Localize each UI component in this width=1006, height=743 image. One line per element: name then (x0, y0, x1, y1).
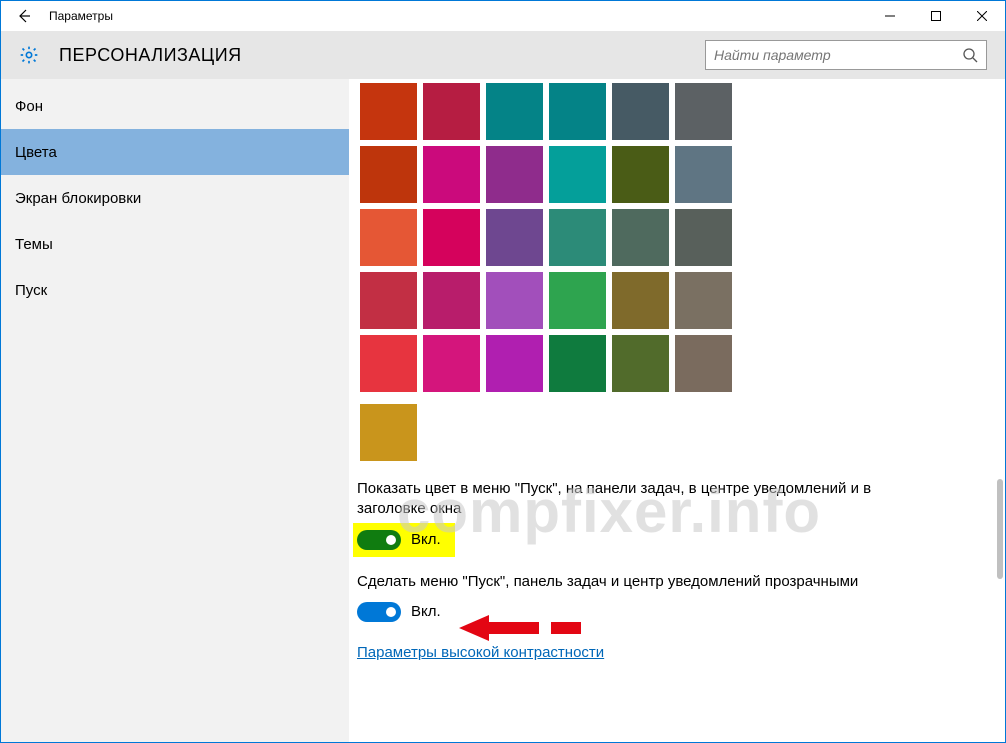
titlebar: Параметры (1, 1, 1005, 31)
maximize-button[interactable] (913, 1, 959, 31)
color-swatch[interactable] (675, 335, 732, 392)
color-swatch[interactable] (360, 404, 417, 461)
sidebar-item-colors[interactable]: Цвета (1, 129, 349, 175)
color-swatch[interactable] (486, 83, 543, 140)
search-box[interactable] (705, 40, 987, 70)
color-swatch[interactable] (360, 209, 417, 266)
color-swatch[interactable] (549, 272, 606, 329)
color-swatch[interactable] (612, 209, 669, 266)
color-row (357, 272, 1005, 335)
sidebar-item-background[interactable]: Фон (1, 83, 349, 129)
close-button[interactable] (959, 1, 1005, 31)
color-swatch[interactable] (675, 83, 732, 140)
color-grid (357, 83, 1005, 461)
color-swatch[interactable] (423, 146, 480, 203)
color-swatch[interactable] (486, 209, 543, 266)
sidebar-item-label: Пуск (15, 282, 47, 299)
sidebar-item-label: Экран блокировки (15, 190, 141, 207)
color-row (357, 335, 1005, 398)
toggle-show-color[interactable] (357, 530, 401, 550)
color-swatch[interactable] (486, 146, 543, 203)
color-swatch[interactable] (549, 146, 606, 203)
color-swatch[interactable] (549, 335, 606, 392)
body: Фон Цвета Экран блокировки Темы Пуск Пок… (1, 79, 1005, 742)
sidebar-item-label: Фон (15, 98, 43, 115)
toggle1-state: Вкл. (411, 531, 441, 548)
sidebar-item-themes[interactable]: Темы (1, 221, 349, 267)
color-swatch[interactable] (675, 146, 732, 203)
search-input[interactable] (714, 47, 962, 63)
minimize-button[interactable] (867, 1, 913, 31)
gear-icon (19, 45, 39, 65)
back-button[interactable] (1, 1, 47, 31)
color-swatch[interactable] (675, 272, 732, 329)
sidebar-item-lockscreen[interactable]: Экран блокировки (1, 175, 349, 221)
color-swatch[interactable] (423, 335, 480, 392)
toggle1-label-text: Показать цвет в меню "Пуск", на панели з… (357, 479, 877, 520)
toggle-transparency[interactable] (357, 602, 401, 622)
color-swatch[interactable] (486, 272, 543, 329)
sidebar-item-label: Темы (15, 236, 53, 253)
color-swatch[interactable] (423, 209, 480, 266)
settings-window: Параметры ПЕРСОНАЛИЗАЦИЯ Фон Цвета (0, 0, 1006, 743)
header-band: ПЕРСОНАЛИЗАЦИЯ (1, 31, 1005, 79)
toggle2-row: Вкл. (357, 602, 1005, 622)
color-swatch[interactable] (612, 146, 669, 203)
color-swatch[interactable] (360, 335, 417, 392)
page-heading: ПЕРСОНАЛИЗАЦИЯ (59, 45, 242, 66)
color-swatch[interactable] (486, 335, 543, 392)
color-swatch[interactable] (360, 83, 417, 140)
color-swatch[interactable] (423, 272, 480, 329)
sidebar-item-label: Цвета (15, 144, 57, 161)
color-swatch[interactable] (549, 83, 606, 140)
color-swatch[interactable] (360, 146, 417, 203)
color-swatch[interactable] (675, 209, 732, 266)
sidebar: Фон Цвета Экран блокировки Темы Пуск (1, 79, 349, 742)
sidebar-item-start[interactable]: Пуск (1, 267, 349, 313)
search-icon (962, 47, 978, 63)
color-row (357, 83, 1005, 146)
high-contrast-link[interactable]: Параметры высокой контрастности (357, 644, 604, 661)
window-title: Параметры (47, 9, 113, 23)
color-swatch[interactable] (360, 272, 417, 329)
toggle2-label-text: Сделать меню "Пуск", панель задач и цент… (357, 572, 877, 592)
color-swatch[interactable] (423, 83, 480, 140)
scrollbar-thumb[interactable] (997, 479, 1003, 579)
color-swatch[interactable] (612, 272, 669, 329)
color-swatch[interactable] (612, 83, 669, 140)
color-row (357, 209, 1005, 272)
toggle2-state: Вкл. (411, 603, 441, 620)
color-swatch[interactable] (612, 335, 669, 392)
content-area: Показать цвет в меню "Пуск", на панели з… (349, 79, 1005, 742)
toggle1-row: Вкл. (357, 530, 1005, 550)
color-row (357, 146, 1005, 209)
color-swatch[interactable] (549, 209, 606, 266)
